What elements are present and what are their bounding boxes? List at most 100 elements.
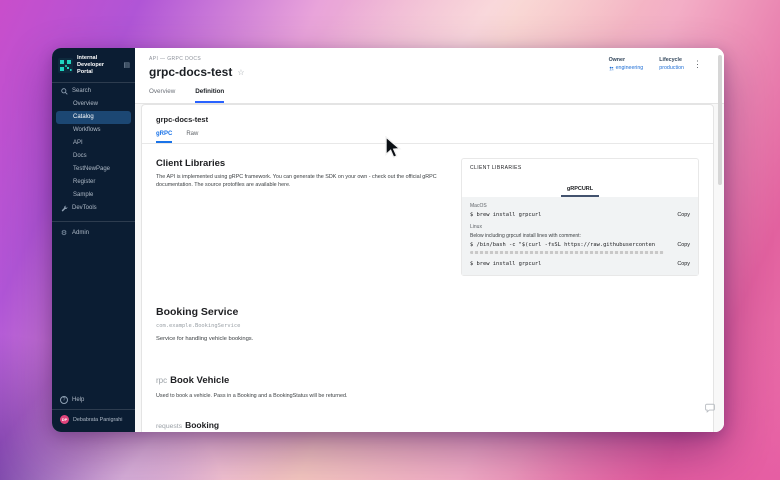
user-profile[interactable]: DP Debabrata Panigrahi [52, 413, 135, 426]
sidebar-item-label: Docs [73, 153, 87, 159]
sidebar-item-label: DevTools [72, 205, 97, 211]
copy-button[interactable]: Copy [677, 242, 690, 248]
api-definition-card: grpc-docs-test gRPC Raw Client Libraries… [141, 104, 714, 432]
page-title: grpc-docs-test [149, 65, 232, 79]
panel-header: CLIENT LIBRARIES [462, 159, 698, 175]
sidebar-item-api[interactable]: API [52, 137, 135, 150]
sidebar-divider [52, 82, 135, 83]
sidebar-item-label: Register [73, 179, 95, 185]
card-title: grpc-docs-test [142, 105, 713, 124]
main-area: grpc-docs-test gRPC Raw Client Libraries… [135, 48, 724, 432]
sidebar-item-label: Catalog [73, 114, 94, 120]
sidebar-item-label: Sample [73, 192, 93, 198]
sidebar-item-sample[interactable]: Sample [52, 189, 135, 202]
owner-value: engineering [616, 65, 644, 71]
avatar: DP [60, 415, 69, 424]
request-title: requestsBooking [156, 415, 699, 432]
client-libraries-heading: Client Libraries [156, 158, 449, 169]
service-fqn: com.example.BookingService [156, 323, 699, 329]
sidebar-item-label: TestNewPage [73, 166, 110, 172]
request-name: Booking [185, 420, 219, 430]
lifecycle-value: production [659, 65, 684, 71]
panel-tab-bar: gRPCURL [462, 175, 698, 197]
service-heading: Booking Service [156, 306, 699, 318]
sidebar-item-label: Help [72, 397, 84, 403]
horizontal-scrollbar[interactable] [470, 251, 664, 254]
sidebar-collapse-icon[interactable]: ▤ [123, 61, 130, 69]
code-row-macos: $ brew install grpcurl Copy [470, 212, 690, 218]
sidebar-divider [52, 221, 135, 222]
favorite-star-icon[interactable]: ☆ [237, 68, 244, 77]
sidebar-item-docs[interactable]: Docs [52, 150, 135, 163]
sidebar-item-help[interactable]: ? Help [52, 393, 135, 406]
client-libraries-section: Client Libraries The API is implemented … [142, 144, 713, 276]
copy-button[interactable]: Copy [677, 261, 690, 267]
entity-meta: Owner engineering Lifecycle production [609, 57, 684, 71]
sidebar-item-devtools[interactable]: DevTools [52, 202, 135, 215]
linux-code-2: $ brew install grpcurl [470, 261, 541, 267]
tab-grpcurl[interactable]: gRPCURL [561, 186, 599, 197]
booking-service-section: Booking Service com.example.BookingServi… [142, 276, 713, 342]
sidebar-item-label: Admin [72, 230, 89, 236]
request-section: requestsBooking Represents the booking o… [142, 399, 713, 432]
lifecycle-label: Lifecycle [659, 57, 684, 63]
sidebar-item-label: API [73, 140, 83, 146]
search-icon [60, 87, 68, 95]
client-libraries-description: The API is implemented using gRPC framew… [156, 173, 449, 190]
help-icon: ? [60, 396, 68, 404]
sidebar-header: Internal Developer Portal ▤ [52, 48, 135, 82]
gear-icon: ⚙ [60, 229, 68, 237]
copy-button[interactable]: Copy [677, 212, 690, 218]
client-libraries-panel: CLIENT LIBRARIES gRPCURL MacOS $ brew in… [461, 158, 699, 276]
entity-header: API — GRPC DOCS grpc-docs-test ☆ Owner e… [135, 48, 724, 104]
content-scroll-area: grpc-docs-test gRPC Raw Client Libraries… [135, 48, 724, 432]
group-icon [609, 66, 614, 71]
tab-overview[interactable]: Overview [149, 88, 175, 103]
sidebar-item-testnewpage[interactable]: TestNewPage [52, 163, 135, 176]
macos-code: $ brew install grpcurl [470, 212, 541, 218]
sidebar-item-label: Overview [73, 101, 98, 107]
code-row-linux: $ /bin/bash -c "$(curl -fsSL https://raw… [470, 242, 690, 248]
code-row-linux-2: $ brew install grpcurl Copy [470, 261, 690, 267]
sidebar-item-register[interactable]: Register [52, 176, 135, 189]
client-libraries-text: Client Libraries The API is implemented … [156, 158, 449, 276]
lifecycle-link[interactable]: production [659, 65, 684, 71]
sidebar-divider [52, 409, 135, 410]
linux-code: $ /bin/bash -c "$(curl -fsSL https://raw… [470, 242, 655, 248]
linux-comment: Below including grpcurl install lines wi… [470, 233, 690, 239]
owner-link[interactable]: engineering [609, 65, 644, 71]
linux-label: Linux [470, 224, 690, 230]
owner-label: Owner [609, 57, 644, 63]
tab-definition[interactable]: Definition [195, 88, 224, 103]
user-name: Debabrata Panigrahi [73, 417, 122, 423]
tab-grpc[interactable]: gRPC [156, 131, 172, 143]
vertical-scrollbar[interactable] [718, 55, 722, 185]
rpc-section: rpcBook Vehicle Used to book a vehicle. … [142, 342, 713, 399]
rpc-kind: rpc [156, 376, 167, 385]
sidebar-item-overview[interactable]: Overview [52, 98, 135, 111]
owner-group: Owner engineering [609, 57, 644, 71]
kebab-menu-icon[interactable]: ⋮ [693, 59, 702, 70]
portal-logo-icon [58, 58, 73, 73]
card-tab-bar: gRPC Raw [142, 124, 713, 144]
sidebar-item-workflows[interactable]: Workflows [52, 124, 135, 137]
sidebar: Internal Developer Portal ▤ Search Overv… [52, 48, 135, 432]
rpc-title: rpcBook Vehicle [156, 370, 699, 388]
macos-label: MacOS [470, 203, 690, 209]
lifecycle-group: Lifecycle production [659, 57, 684, 71]
sidebar-item-catalog[interactable]: Catalog [56, 111, 131, 124]
wrench-icon [60, 204, 68, 212]
tab-raw[interactable]: Raw [186, 131, 198, 143]
sidebar-bottom: ? Help DP Debabrata Panigrahi [52, 393, 135, 432]
entity-tab-bar: Overview Definition [149, 88, 710, 103]
panel-code-area: MacOS $ brew install grpcurl Copy Linux … [462, 197, 698, 275]
rpc-name: Book Vehicle [170, 375, 229, 386]
request-kind: requests [156, 423, 182, 430]
feedback-bubble-icon[interactable] [705, 400, 715, 418]
app-window: Internal Developer Portal ▤ Search Overv… [52, 48, 724, 432]
sidebar-item-label: Search [72, 88, 91, 94]
sidebar-item-search[interactable]: Search [52, 85, 135, 98]
portal-title: Internal Developer Portal [77, 55, 119, 76]
sidebar-item-label: Workflows [73, 127, 101, 133]
sidebar-item-admin[interactable]: ⚙ Admin [52, 227, 135, 240]
